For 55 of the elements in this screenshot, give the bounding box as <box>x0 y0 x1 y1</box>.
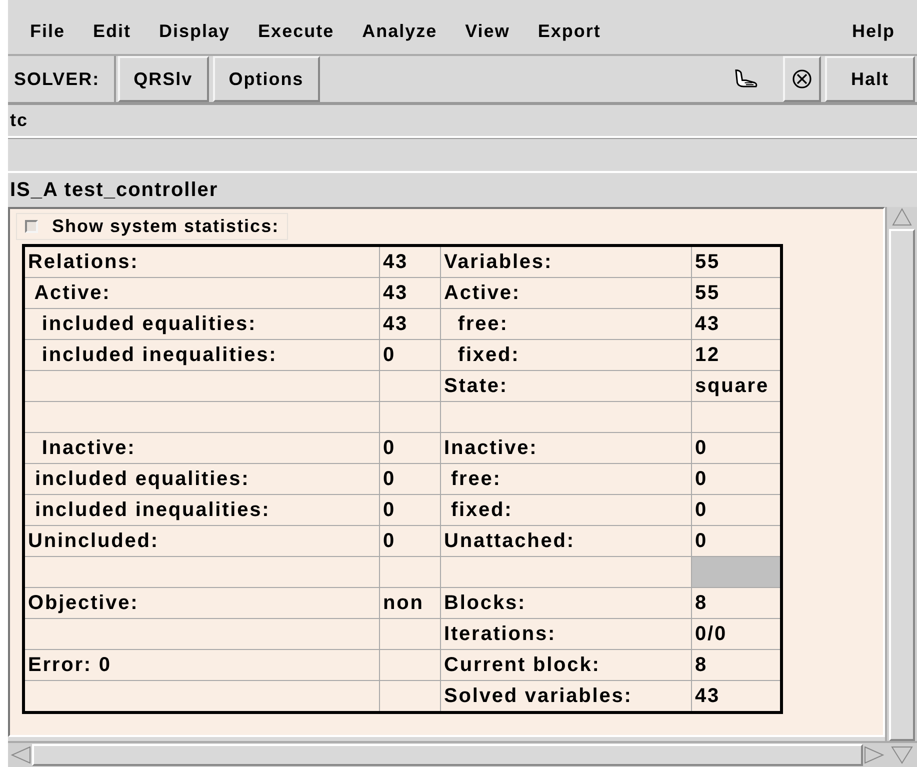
value-cell: 0 <box>380 340 440 370</box>
label-cell: Active: <box>440 278 692 308</box>
label-cell: fixed: <box>440 494 692 526</box>
cancel-icon <box>792 69 812 89</box>
menu-item[interactable]: Analyze <box>348 20 452 42</box>
label-cell: fixed: <box>440 340 692 370</box>
menu-item[interactable]: Help <box>838 20 909 42</box>
solver-button[interactable]: QRSlv <box>118 56 209 102</box>
value-cell: 0 <box>380 432 440 464</box>
label-cell: Unattached: <box>440 526 692 556</box>
value-cell: 0 <box>380 526 440 556</box>
value-cell: 43 <box>380 278 440 308</box>
menu-item[interactable]: Display <box>145 20 244 42</box>
value-cell: 43 <box>380 308 440 340</box>
menu-item[interactable]: View <box>451 20 524 42</box>
label-cell: Unincluded: <box>24 526 380 556</box>
label-cell: Error: 0 <box>24 650 380 680</box>
input-field[interactable] <box>8 138 917 173</box>
horizontal-scrollbar[interactable] <box>8 741 917 767</box>
label-cell: included equalities: <box>24 308 380 340</box>
stop-button[interactable] <box>783 56 821 102</box>
checkbox-square[interactable] <box>25 220 38 233</box>
value-cell: non <box>380 588 440 618</box>
instance-field[interactable]: tc <box>8 104 917 138</box>
solver-label: SOLVER: <box>8 56 116 102</box>
label-cell: Iterations: <box>440 618 692 650</box>
menu-item[interactable]: File <box>16 20 80 42</box>
options-button[interactable]: Options <box>212 56 320 102</box>
vertical-scrollbar[interactable] <box>885 207 917 741</box>
label-cell: Active: <box>24 278 380 308</box>
hand-icon[interactable] <box>733 69 759 89</box>
label-cell: Blocks: <box>440 588 692 618</box>
label-cell: Variables: <box>440 246 692 278</box>
label-cell: free: <box>440 308 692 340</box>
value-cell: 0 <box>380 494 440 526</box>
halt-button[interactable]: Halt <box>825 56 915 102</box>
label-cell: included inequalities: <box>24 340 380 370</box>
type-line: IS_A test_controller <box>9 178 220 202</box>
label-cell: Relations: <box>24 246 380 278</box>
label-cell: Inactive: <box>24 432 380 464</box>
label-cell: Current block: <box>440 650 692 680</box>
label-cell: Inactive: <box>440 432 692 464</box>
label-cell: State: <box>440 370 692 402</box>
label-cell: included equalities: <box>24 464 380 494</box>
label-cell: included inequalities: <box>24 494 380 526</box>
value-cell: 0 <box>380 464 440 494</box>
up-arrow-icon[interactable] <box>890 207 914 227</box>
menu-item[interactable]: Execute <box>244 20 348 42</box>
menu-item[interactable]: Export <box>524 20 615 42</box>
value-cell: 43 <box>380 246 440 278</box>
checkbox-label: Show system statistics: <box>52 216 280 237</box>
label-cell: Objective: <box>24 588 380 618</box>
menu-item[interactable]: Edit <box>79 20 146 42</box>
label-cell: free: <box>440 464 692 494</box>
statistics-checkbox[interactable]: Show system statistics: <box>16 213 288 240</box>
